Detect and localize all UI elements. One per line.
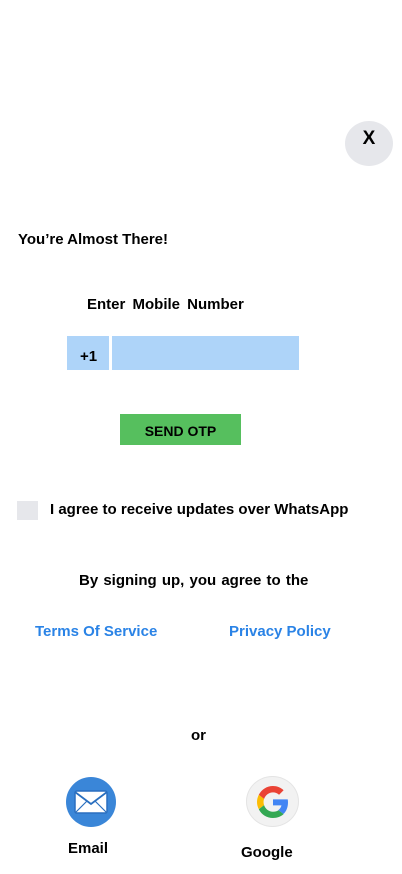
mobile-number-input[interactable] — [112, 336, 299, 370]
mobile-number-label: Enter Mobile Number — [87, 296, 244, 313]
page-title: You’re Almost There! — [18, 231, 169, 248]
email-login-label[interactable]: Email — [68, 840, 108, 857]
terms-of-service-link[interactable]: Terms Of Service — [35, 623, 157, 640]
envelope-icon — [74, 790, 108, 814]
country-code-value: +1 — [80, 347, 98, 365]
privacy-policy-link[interactable]: Privacy Policy — [229, 623, 331, 640]
country-code-select[interactable]: +1 — [67, 336, 109, 370]
whatsapp-consent-label: I agree to receive updates over WhatsApp — [50, 501, 349, 518]
email-login-button[interactable] — [66, 777, 116, 827]
close-label: X — [362, 128, 376, 149]
google-login-label[interactable]: Google — [241, 844, 293, 861]
terms-intro-text: By signing up, you agree to the — [79, 572, 309, 589]
send-otp-label: SEND OTP — [144, 423, 217, 439]
google-g-icon — [256, 785, 288, 818]
google-login-button[interactable] — [246, 776, 299, 827]
whatsapp-checkbox[interactable] — [17, 501, 38, 520]
or-divider-text: or — [191, 727, 206, 744]
send-otp-button[interactable]: SEND OTP — [120, 414, 241, 445]
close-button[interactable]: X — [345, 121, 393, 166]
